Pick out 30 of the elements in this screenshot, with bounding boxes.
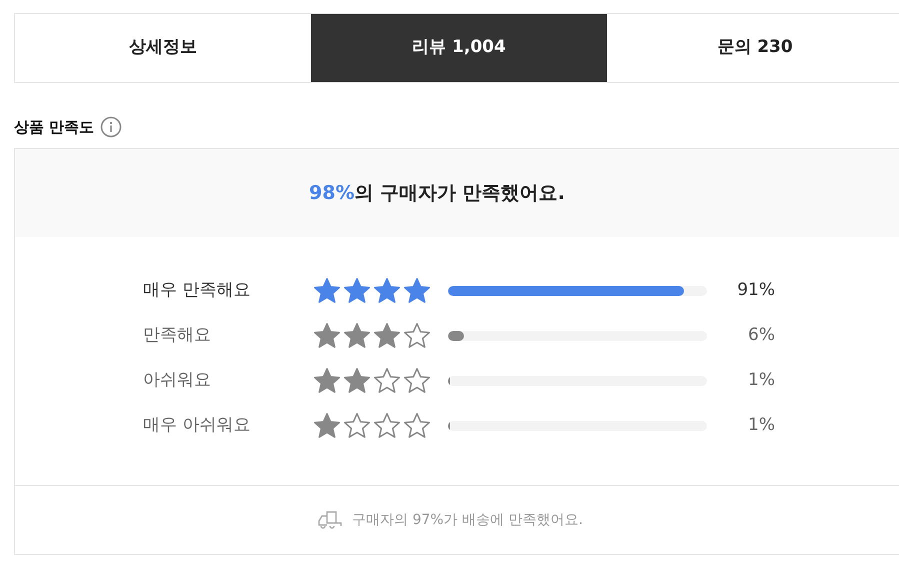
truck-icon bbox=[317, 510, 343, 530]
percent-text: 1% bbox=[747, 368, 775, 392]
rating-label: 매우 아쉬워요 bbox=[143, 414, 252, 437]
filled-star-icon bbox=[343, 322, 371, 350]
filled-star-icon bbox=[313, 412, 341, 440]
filled-star-icon bbox=[313, 366, 341, 394]
percent-text: 6% bbox=[747, 324, 775, 347]
filled-star-icon bbox=[313, 276, 341, 304]
empty-star-icon bbox=[403, 366, 431, 394]
empty-star-icon bbox=[403, 412, 431, 440]
rating-label: 아쉬워요 bbox=[143, 368, 212, 392]
percent-text: 91% bbox=[736, 278, 775, 302]
filled-star-icon bbox=[313, 322, 341, 350]
filled-star-icon bbox=[403, 276, 431, 304]
section-title: 상품 만족도 bbox=[14, 116, 94, 138]
filled-star-icon bbox=[343, 366, 371, 394]
filled-star-icon bbox=[373, 276, 401, 304]
rating-label: 만족해요 bbox=[143, 324, 212, 347]
empty-star-icon bbox=[343, 412, 371, 440]
empty-star-icon bbox=[373, 366, 401, 394]
tab[interactable]: 리뷰 1,004 bbox=[311, 14, 607, 82]
rating-label: 매우 만족해요 bbox=[143, 278, 252, 302]
empty-star-icon bbox=[403, 322, 431, 350]
info-icon[interactable] bbox=[100, 116, 122, 138]
percent-text: 1% bbox=[747, 414, 775, 437]
empty-star-icon bbox=[373, 412, 401, 440]
delivery-note: 구매자의 97%가 배송에 만족했어요. bbox=[352, 510, 583, 530]
filled-star-icon bbox=[343, 276, 371, 304]
filled-star-icon bbox=[373, 322, 401, 350]
summary-text: 98%의 구매자가 만족했어요. bbox=[309, 180, 565, 206]
